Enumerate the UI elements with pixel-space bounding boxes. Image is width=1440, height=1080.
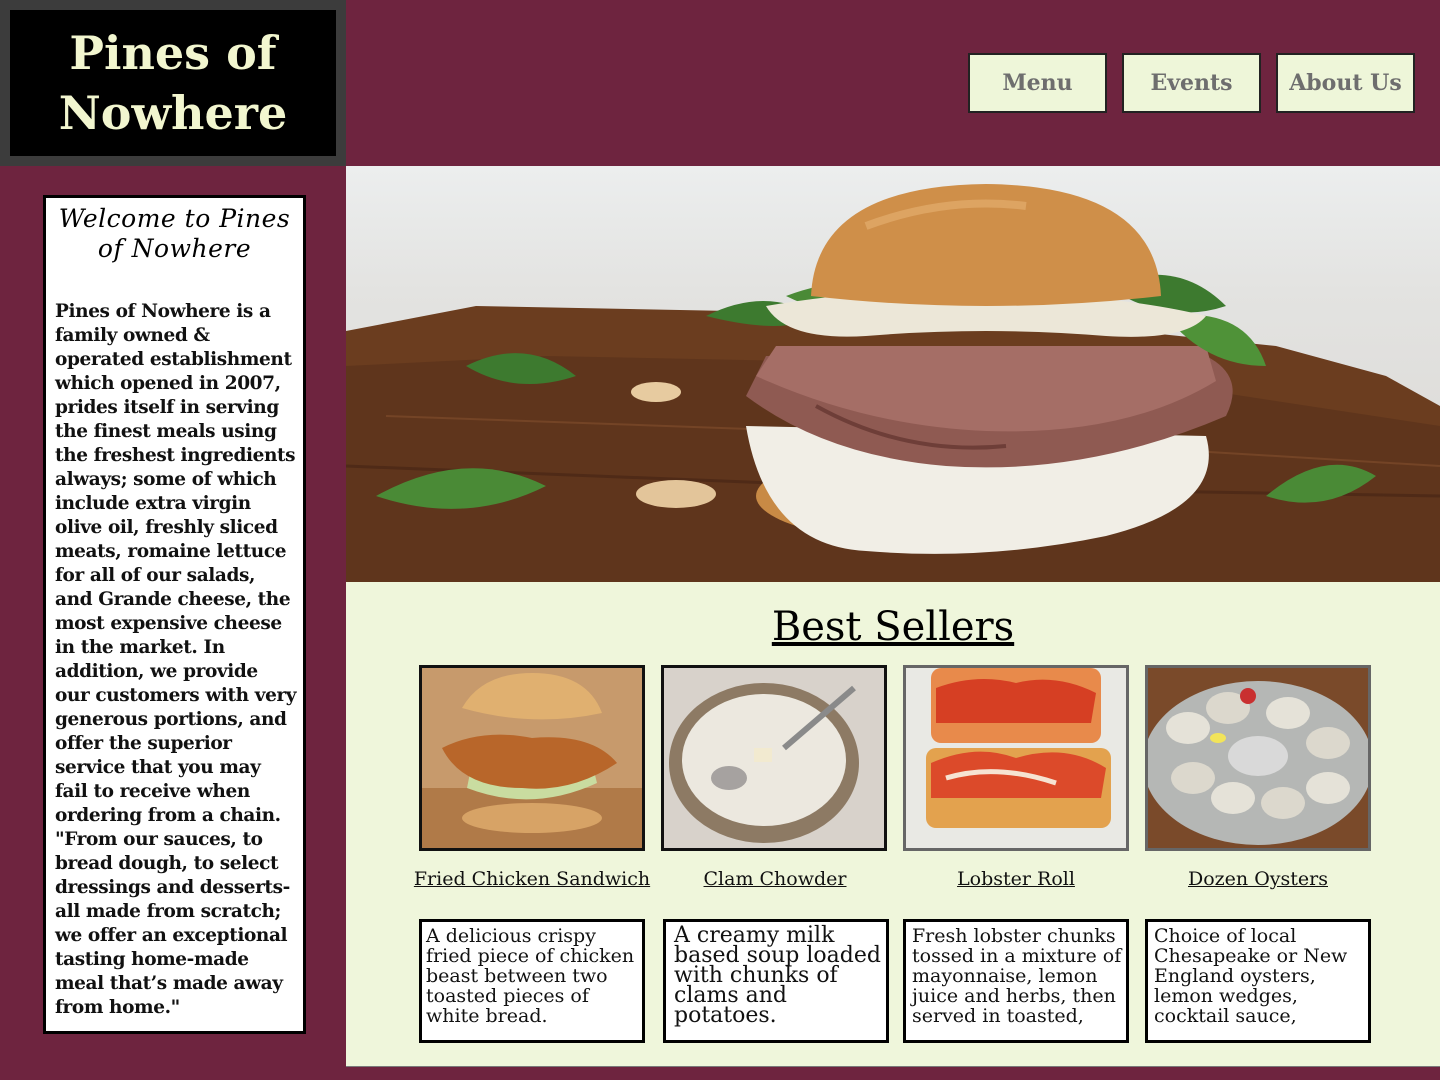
nav-menu-button[interactable]: Menu xyxy=(968,53,1107,113)
welcome-body: Pines of Nowhere is a family owned & ope… xyxy=(55,301,297,1018)
lobster-roll-illustration xyxy=(906,668,1126,848)
best-sellers-title: Best Sellers xyxy=(771,604,1015,650)
clam-chowder-link[interactable]: Clam Chowder xyxy=(645,868,905,890)
nav-events-label: Events xyxy=(1150,70,1233,96)
welcome-title: Welcome to Pines of Nowhere xyxy=(58,204,291,263)
fried-chicken-sandwich-image[interactable] xyxy=(419,665,645,851)
logo-text: Pines of Nowhere xyxy=(58,26,288,140)
nav-about-button[interactable]: About Us xyxy=(1276,53,1415,113)
dozen-oysters-link[interactable]: Dozen Oysters xyxy=(1128,868,1388,890)
nav-events-button[interactable]: Events xyxy=(1122,53,1261,113)
lobster-roll-desc: Fresh lobster chunks tossed in a mixture… xyxy=(903,919,1129,1043)
nav-menu-label: Menu xyxy=(1002,70,1073,96)
clam-chowder-illustration xyxy=(664,668,884,848)
clam-chowder-image[interactable] xyxy=(661,665,887,851)
dozen-oysters-illustration xyxy=(1148,668,1368,848)
hero-image xyxy=(346,166,1440,582)
dozen-oysters-image[interactable] xyxy=(1145,665,1371,851)
header-bar: Menu Events About Us xyxy=(346,0,1440,166)
nav-about-label: About Us xyxy=(1289,70,1402,96)
fried-chicken-sandwich-link[interactable]: Fried Chicken Sandwich xyxy=(402,868,662,890)
clam-chowder-desc: A creamy milk based soup loaded with chu… xyxy=(663,919,889,1043)
lobster-roll-link[interactable]: Lobster Roll xyxy=(886,868,1146,890)
logo-container: Pines of Nowhere xyxy=(0,0,346,166)
best-sellers-section: Best Sellers Fried Chicken Sandwich A de… xyxy=(346,582,1440,1067)
hero-sandwich-illustration xyxy=(346,184,1440,582)
welcome-panel: Welcome to Pines of Nowhere Pines of Now… xyxy=(43,195,306,1034)
dozen-oysters-desc: Choice of local Chesapeake or New Englan… xyxy=(1145,919,1371,1043)
logo[interactable]: Pines of Nowhere xyxy=(10,10,336,156)
lobster-roll-image[interactable] xyxy=(903,665,1129,851)
fried-chicken-sandwich-desc: A delicious crispy fried piece of chicke… xyxy=(419,919,645,1043)
fried-chicken-illustration xyxy=(422,668,642,848)
